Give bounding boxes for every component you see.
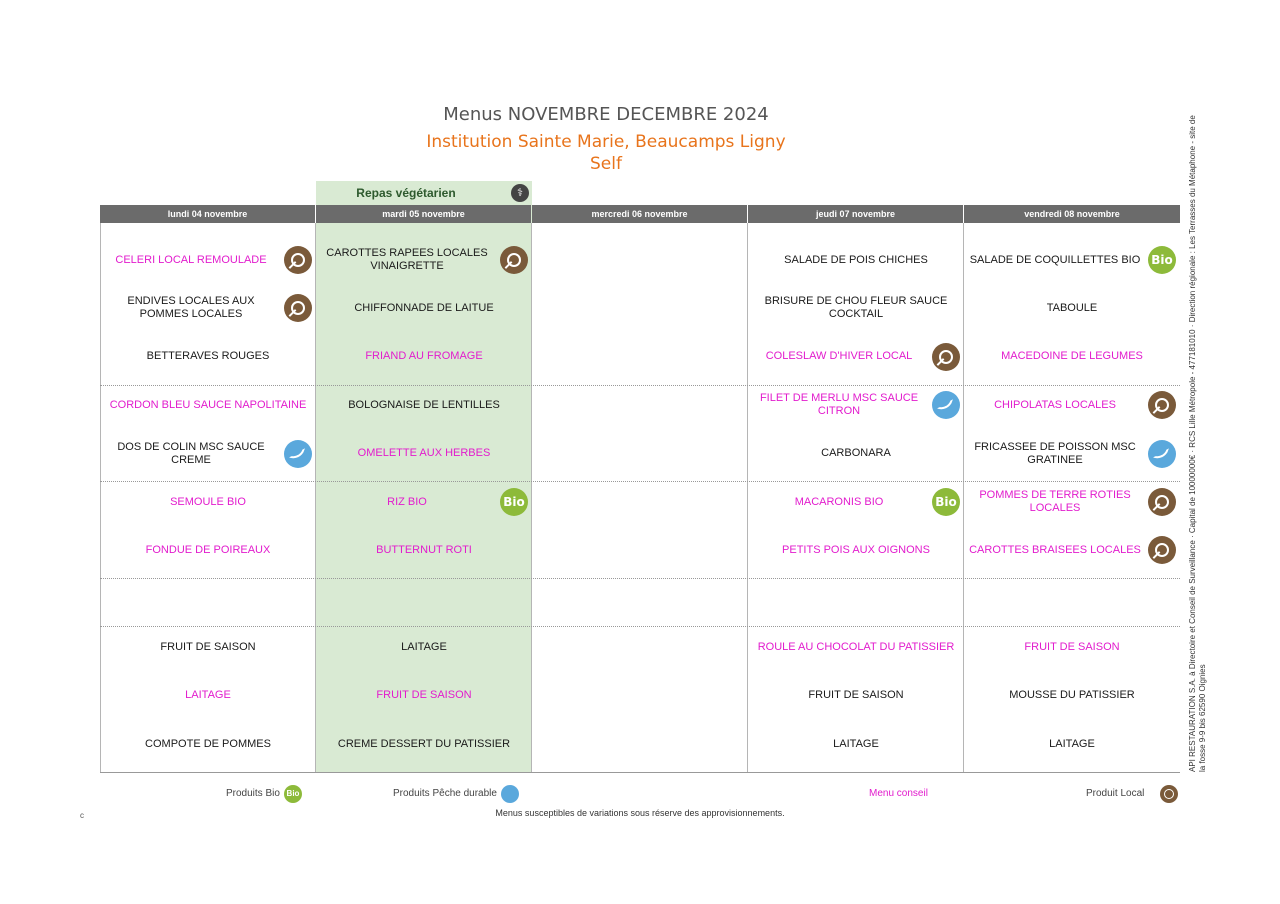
local-product-icon bbox=[284, 294, 312, 323]
menu-item: LAITAGE bbox=[401, 640, 447, 653]
menu-item bbox=[748, 578, 964, 620]
menu-item: OMELETTE AUX HERBES bbox=[357, 447, 491, 460]
menu-item: LAITAGE bbox=[185, 689, 231, 702]
vegetarian-label: Repas végétarien bbox=[356, 186, 456, 200]
menu-item bbox=[532, 675, 748, 717]
menu-item: BRISURE DE CHOU FLEUR SAUCE COCKTAIL bbox=[764, 295, 948, 321]
menu-item: FRIAND AU FROMAGE bbox=[365, 350, 483, 363]
menu-item: SALADE DE POIS CHICHES bbox=[784, 253, 928, 266]
local-product-icon bbox=[284, 246, 312, 274]
menu-item: FRUIT DE SAISON bbox=[376, 689, 472, 702]
menu-item: CREME DESSERT DU PATISSIER bbox=[337, 737, 511, 750]
menu-item: FRUIT DE SAISON bbox=[1024, 640, 1120, 653]
bio-icon: Bio bbox=[284, 785, 302, 803]
menu-item bbox=[532, 336, 748, 378]
menu-item: CAROTTES RAPEES LOCALES VINAIGRETTE bbox=[326, 247, 488, 272]
menu-item: DOS DE COLIN MSC SAUCE CREME bbox=[117, 440, 265, 466]
menu-item bbox=[100, 578, 316, 620]
menu-item: RIZ BIO bbox=[387, 495, 427, 508]
institution-name: Institution Sainte Marie, Beaucamps Lign… bbox=[426, 132, 786, 152]
day-header: jeudi 07 novembre bbox=[748, 205, 963, 223]
day-header: vendredi 08 novembre bbox=[964, 205, 1180, 223]
menu-item bbox=[532, 287, 748, 329]
menu-item bbox=[532, 239, 748, 281]
menu-item: POMMES DE TERRE ROTIES LOCALES bbox=[979, 489, 1131, 514]
legend-bio-label: Produits Bio bbox=[226, 788, 280, 799]
page-title: Menus NOVEMBRE DECEMBRE 2024 bbox=[443, 104, 769, 125]
menu-item bbox=[532, 384, 748, 426]
local-product-icon bbox=[1160, 785, 1178, 803]
day-header: lundi 04 novembre bbox=[100, 205, 315, 223]
corner-mark: c bbox=[80, 811, 84, 820]
menu-item: MACEDOINE DE LEGUMES bbox=[1001, 350, 1143, 363]
menu-item bbox=[532, 626, 748, 668]
menu-item: SALADE DE COQUILLETTES BIO bbox=[969, 253, 1141, 266]
local-product-icon bbox=[1148, 536, 1176, 565]
menu-item: SEMOULE BIO bbox=[170, 495, 246, 508]
bio-icon: Bio bbox=[500, 488, 528, 516]
local-product-icon bbox=[500, 246, 528, 274]
menu-item: CAROTTES BRAISEES LOCALES bbox=[969, 543, 1141, 556]
menu-item bbox=[964, 578, 1180, 620]
fish-icon bbox=[501, 785, 519, 803]
bio-icon: Bio bbox=[1148, 246, 1176, 274]
menu-item: COLESLAW D'HIVER LOCAL bbox=[765, 350, 913, 363]
menu-item: BUTTERNUT ROTI bbox=[376, 543, 472, 556]
menu-item: BOLOGNAISE DE LENTILLES bbox=[348, 398, 500, 411]
menu-item: COMPOTE DE POMMES bbox=[145, 737, 271, 750]
menu-item: PETITS POIS AUX OIGNONS bbox=[782, 543, 930, 556]
menu-item: ROULE AU CHOCOLAT DU PATISSIER bbox=[757, 640, 955, 653]
menu-item bbox=[532, 481, 748, 523]
legend-peche-label: Produits Pêche durable bbox=[393, 788, 497, 799]
vegetarian-icon: ⚕ bbox=[511, 184, 529, 202]
menu-item: CORDON BLEU SAUCE NAPOLITAINE bbox=[109, 398, 307, 411]
menu-item: CELERI LOCAL REMOULADE bbox=[115, 253, 267, 266]
menu-item: FRUIT DE SAISON bbox=[808, 689, 904, 702]
local-product-icon bbox=[1148, 391, 1176, 420]
menu-item bbox=[532, 723, 748, 765]
footnote: Menus susceptibles de variations sous ré… bbox=[495, 808, 785, 818]
menu-item: BETTERAVES ROUGES bbox=[146, 350, 270, 363]
menu-item: LAITAGE bbox=[833, 737, 879, 750]
legend-conseil-label: Menu conseil bbox=[869, 788, 928, 799]
company-legal-text: API RESTAURATION S.A. à Directoire et Co… bbox=[1188, 115, 1207, 772]
menu-item bbox=[532, 433, 748, 475]
day-header: mardi 05 novembre bbox=[316, 205, 531, 223]
menu-item: FILET DE MERLU MSC SAUCE CITRON bbox=[759, 392, 919, 418]
fish-icon bbox=[284, 439, 312, 468]
legend-local-label: Produit Local bbox=[1086, 788, 1145, 799]
course-divider bbox=[100, 772, 1180, 773]
menu-item: CHIFFONNADE DE LAITUE bbox=[354, 301, 494, 314]
menu-item: MACARONIS BIO bbox=[794, 495, 884, 508]
menu-item bbox=[532, 529, 748, 571]
service-name: Self bbox=[590, 154, 622, 174]
bio-icon: Bio bbox=[932, 488, 960, 516]
menu-item bbox=[316, 578, 532, 620]
fish-icon bbox=[932, 391, 960, 420]
menu-item: TABOULE bbox=[1046, 301, 1098, 314]
menu-item: FONDUE DE POIREAUX bbox=[145, 543, 271, 556]
menu-item: MOUSSE DU PATISSIER bbox=[1009, 689, 1135, 702]
local-product-icon bbox=[932, 342, 960, 371]
fish-icon bbox=[1148, 439, 1176, 468]
menu-item: LAITAGE bbox=[1049, 737, 1095, 750]
menu-item: CHIPOLATAS LOCALES bbox=[994, 398, 1116, 411]
menu-item: CARBONARA bbox=[821, 447, 891, 460]
local-product-icon bbox=[1148, 488, 1176, 516]
day-header: mercredi 06 novembre bbox=[532, 205, 747, 223]
menu-item: FRICASSEE DE POISSON MSC GRATINEE bbox=[974, 440, 1136, 466]
menu-item: ENDIVES LOCALES AUX POMMES LOCALES bbox=[127, 295, 255, 321]
menu-item: FRUIT DE SAISON bbox=[160, 640, 256, 653]
menu-item bbox=[532, 578, 748, 620]
